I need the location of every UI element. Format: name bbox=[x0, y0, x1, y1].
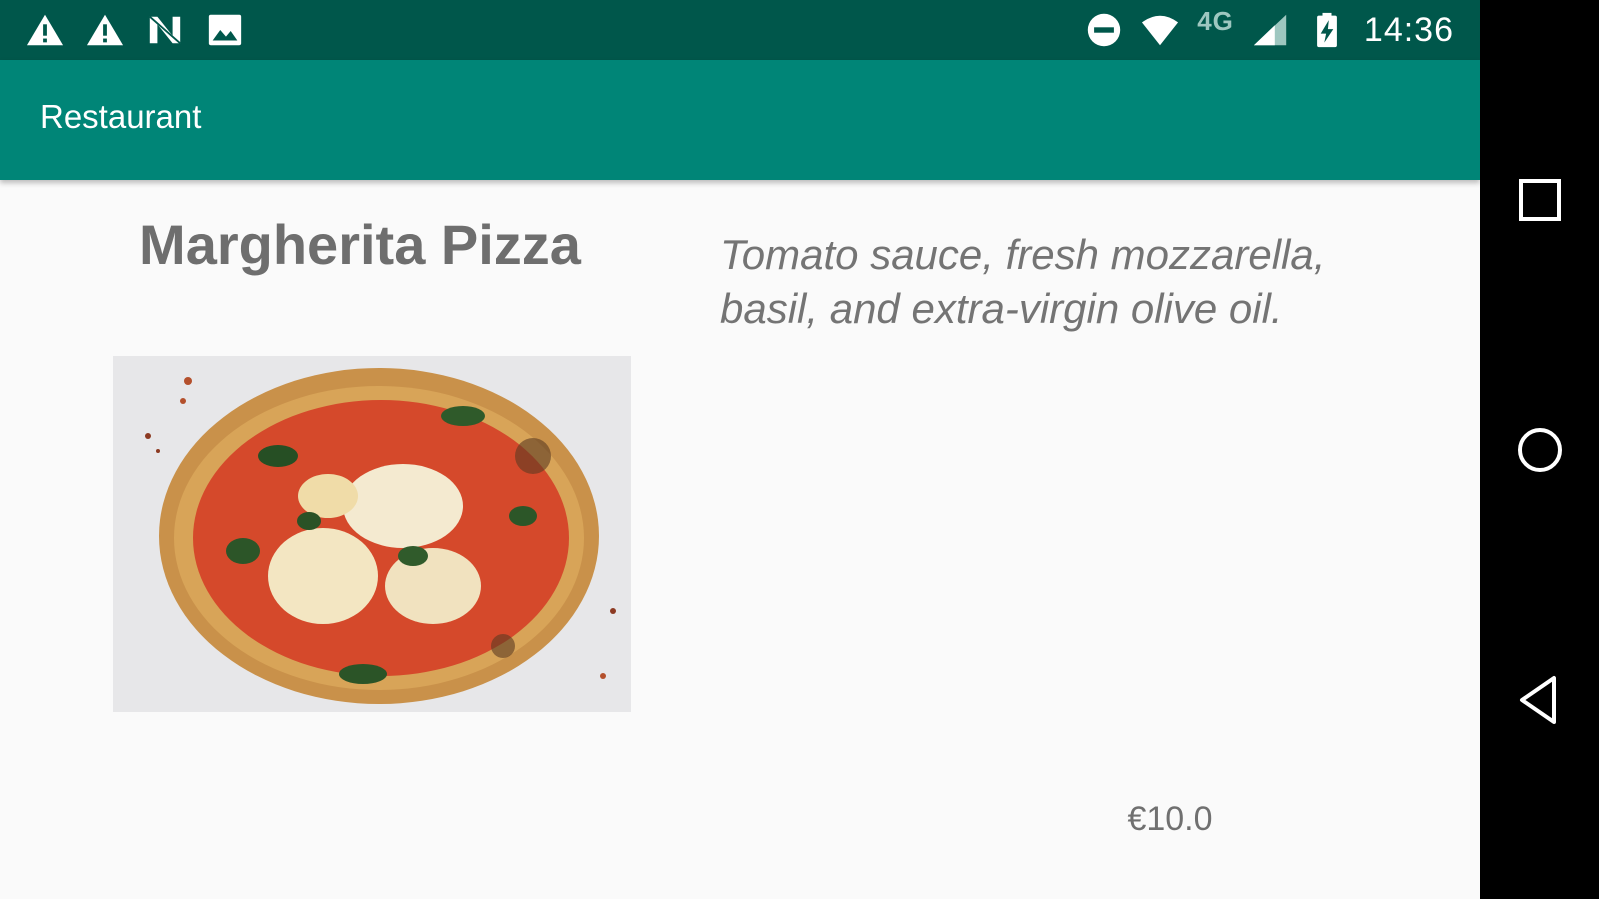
dish-price: €10.0 bbox=[1127, 800, 1213, 838]
back-icon bbox=[1519, 676, 1556, 724]
status-bar: 4G 14:36 bbox=[0, 0, 1480, 60]
status-system: 4G 14:36 bbox=[1085, 5, 1454, 52]
dish-name: Margherita Pizza bbox=[139, 213, 581, 276]
app-screen: 4G 14:36 Restaurant Margherita Pizza Tom… bbox=[0, 0, 1480, 899]
dish-description: Tomato sauce, fresh mozzarella, basil, a… bbox=[720, 231, 1326, 332]
back-button[interactable] bbox=[1480, 650, 1599, 750]
home-button[interactable] bbox=[1480, 400, 1599, 500]
network-type-label: 4G bbox=[1197, 5, 1234, 36]
cell-signal-icon bbox=[1252, 12, 1290, 48]
app-toolbar: Restaurant bbox=[0, 60, 1480, 180]
recents-button[interactable] bbox=[1480, 150, 1599, 250]
status-clock: 14:36 bbox=[1363, 10, 1454, 49]
home-icon bbox=[1517, 428, 1562, 472]
recents-icon bbox=[1518, 179, 1561, 221]
dish-image bbox=[113, 356, 631, 712]
n-notification-icon bbox=[146, 12, 184, 48]
warning-icon bbox=[26, 12, 64, 48]
do-not-disturb-icon bbox=[1085, 12, 1123, 48]
app-title: Restaurant bbox=[40, 98, 202, 135]
battery-charging-icon bbox=[1308, 12, 1346, 48]
status-notifications bbox=[26, 12, 244, 48]
navigation-bar bbox=[1480, 0, 1599, 899]
image-icon bbox=[206, 12, 244, 48]
warning-icon bbox=[86, 12, 124, 48]
wifi-icon bbox=[1141, 12, 1179, 48]
